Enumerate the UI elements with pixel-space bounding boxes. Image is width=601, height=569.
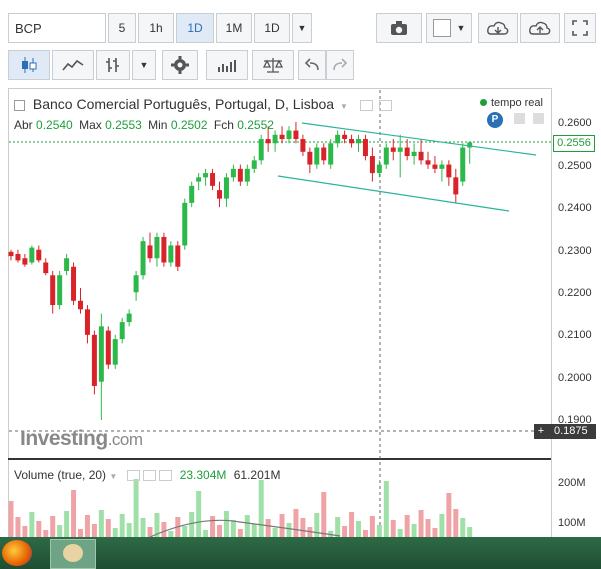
investing-logo: Investing.com — [20, 427, 143, 451]
min-label: Min — [148, 118, 168, 132]
close-icon[interactable] — [159, 470, 173, 482]
max-label: Max — [79, 118, 102, 132]
os-taskbar — [0, 537, 601, 569]
chevron-down-icon: ▼ — [456, 23, 466, 33]
volume-legend: Volume (true, 20) ▼ 23.304M 61.201M — [14, 468, 280, 482]
chart-legend: Banco Comercial Português, Portugal, D, … — [14, 96, 392, 112]
area-chart-icon — [62, 59, 84, 71]
plus-icon[interactable]: + — [534, 424, 548, 439]
ohlc-values: Abr 0.2540 Max 0.2553 Min 0.2502 Fch 0.2… — [14, 118, 274, 132]
indicators-icon[interactable] — [206, 50, 248, 80]
price-tick: 0.2600 — [558, 117, 592, 129]
settings-small-icon[interactable] — [378, 99, 392, 111]
volume-tick: 200M — [558, 477, 586, 489]
chevron-down-icon[interactable]: ▼ — [132, 50, 156, 80]
camera-icon[interactable] — [376, 13, 422, 43]
realtime-label: tempo real — [491, 97, 543, 109]
crosshair-price-badge: +0.1875 — [534, 424, 596, 439]
eye-icon[interactable] — [126, 470, 140, 482]
candlestick-icon — [22, 57, 37, 73]
scale-icon[interactable] — [252, 50, 294, 80]
logo-suffix: .com — [107, 430, 143, 449]
interval-1d-button[interactable]: 1D — [176, 13, 214, 43]
logo-brand: Investing — [20, 427, 108, 450]
status-dot-icon — [480, 99, 487, 106]
price-tick: 0.2400 — [558, 202, 592, 214]
settings-small-icon[interactable] — [143, 470, 156, 482]
close-label: Fch — [213, 118, 234, 132]
interval-1m-button[interactable]: 1M — [216, 13, 252, 43]
close-value: 0.2552 — [237, 118, 274, 132]
min-value: 0.2502 — [170, 118, 208, 132]
symbol-input[interactable]: BCP — [8, 13, 106, 43]
current-price-badge: 0.2556 — [553, 135, 595, 152]
volume-tick: 100M — [558, 517, 586, 529]
cloud-upload-icon[interactable] — [520, 13, 560, 43]
fullscreen-icon[interactable] — [564, 13, 596, 43]
chart-divider — [8, 458, 552, 460]
candles-style-button[interactable] — [8, 50, 50, 80]
open-label: Abr — [14, 118, 33, 132]
price-tick: 0.2300 — [558, 245, 592, 257]
interval-5-button[interactable]: 5 — [108, 13, 136, 43]
realtime-indicator: tempo real — [480, 97, 543, 109]
color-picker-button[interactable]: ▼ — [426, 13, 472, 43]
price-tick: 0.2200 — [558, 287, 592, 299]
pin-icon[interactable] — [533, 113, 544, 124]
color-swatch-icon — [432, 19, 451, 37]
cloud-download-icon[interactable] — [478, 13, 518, 43]
firefox-icon[interactable] — [2, 540, 32, 566]
undo-icon[interactable] — [298, 50, 326, 80]
compare-icon — [106, 58, 119, 72]
compare-button[interactable] — [96, 50, 130, 80]
price-axis-border — [551, 88, 552, 537]
interval-1h-button[interactable]: 1h — [138, 13, 174, 43]
collapse-icon[interactable] — [14, 99, 25, 111]
eye-icon[interactable] — [359, 99, 373, 111]
interval-dropdown-button[interactable]: 1D — [254, 13, 290, 43]
volume-title: Volume (true, 20) — [14, 468, 107, 482]
max-value: 0.2553 — [105, 118, 142, 132]
price-tick: 0.2000 — [558, 372, 592, 384]
indicator-area-button[interactable] — [52, 50, 94, 80]
paint-app-icon[interactable] — [50, 539, 96, 569]
lock-icon[interactable] — [514, 113, 525, 124]
volume-value-2: 61.201M — [233, 468, 281, 482]
volume-value-1: 23.304M — [179, 468, 227, 482]
chevron-down-icon[interactable]: ▼ — [292, 13, 312, 43]
crosshair-price-value: 0.1875 — [554, 425, 588, 437]
news-marker-icon[interactable]: P — [487, 112, 503, 128]
gear-icon[interactable] — [162, 50, 198, 80]
chevron-down-icon[interactable]: ▼ — [109, 472, 117, 481]
price-tick: 0.2500 — [558, 160, 592, 172]
chart-title: Banco Comercial Português, Portugal, D, … — [32, 96, 335, 112]
chevron-down-icon[interactable]: ▼ — [340, 102, 348, 111]
redo-icon[interactable] — [326, 50, 354, 80]
price-tick: 0.2100 — [558, 329, 592, 341]
open-value: 0.2540 — [36, 118, 73, 132]
